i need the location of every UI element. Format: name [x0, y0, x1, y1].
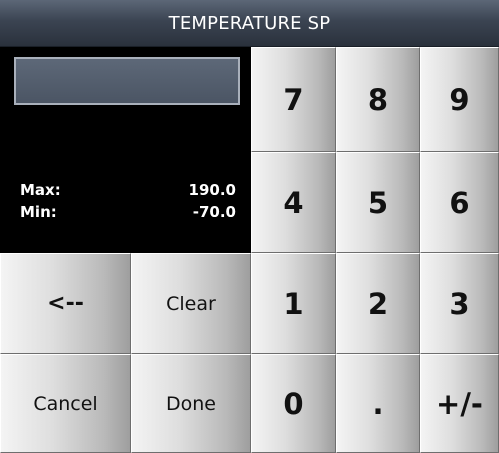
min-value: -70.0	[192, 203, 236, 221]
key-4-button[interactable]: 4	[251, 152, 336, 253]
key-0-button[interactable]: 0	[251, 354, 336, 453]
max-value: 190.0	[188, 181, 236, 199]
keypad-dialog: TEMPERATURE SP Max: 190.0 Min: -70.0 <--…	[0, 0, 499, 453]
backspace-button[interactable]: <--	[0, 253, 131, 354]
value-entry-field[interactable]	[14, 57, 240, 105]
key-2-button[interactable]: 2	[336, 253, 420, 354]
key-8-button[interactable]: 8	[336, 47, 420, 152]
sign-toggle-button[interactable]: +/-	[420, 354, 499, 453]
key-1-button[interactable]: 1	[251, 253, 336, 354]
cancel-button[interactable]: Cancel	[0, 354, 131, 453]
done-button[interactable]: Done	[131, 354, 251, 453]
title-bar: TEMPERATURE SP	[0, 0, 499, 47]
limits-display: Max: 190.0 Min: -70.0	[20, 179, 236, 223]
key-9-button[interactable]: 9	[420, 47, 499, 152]
dialog-title: TEMPERATURE SP	[168, 12, 331, 34]
decimal-point-button[interactable]: .	[336, 354, 420, 453]
min-row: Min: -70.0	[20, 201, 236, 223]
clear-button[interactable]: Clear	[131, 253, 251, 354]
max-row: Max: 190.0	[20, 179, 236, 201]
key-6-button[interactable]: 6	[420, 152, 499, 253]
key-3-button[interactable]: 3	[420, 253, 499, 354]
key-7-button[interactable]: 7	[251, 47, 336, 152]
max-label: Max:	[20, 181, 61, 199]
key-5-button[interactable]: 5	[336, 152, 420, 253]
min-label: Min:	[20, 203, 57, 221]
